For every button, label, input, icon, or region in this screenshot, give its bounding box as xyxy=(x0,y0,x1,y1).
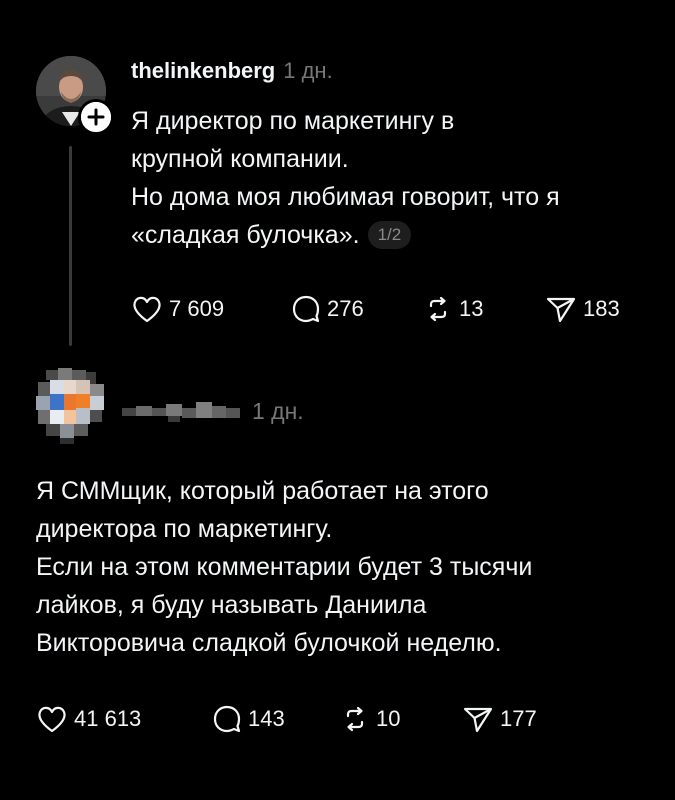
send-icon xyxy=(463,707,493,733)
post-text-line: Я СММщик, который работает на этого xyxy=(36,477,489,505)
post-1: thelinkenberg 1 дн. Я директор по маркети… xyxy=(0,0,675,360)
like-button[interactable]: 41 613 xyxy=(36,704,212,734)
comment-count: 143 xyxy=(248,706,285,731)
username[interactable]: thelinkenberg xyxy=(131,58,275,83)
follow-button[interactable] xyxy=(78,99,114,135)
post-text-line: «сладкая булочка». 1/2 xyxy=(131,216,651,254)
post-time: 1 дн. xyxy=(252,397,304,424)
plus-icon xyxy=(81,102,111,132)
repost-count: 10 xyxy=(376,706,401,731)
page-indicator: 1/2 xyxy=(367,221,412,249)
repost-count: 13 xyxy=(459,296,484,321)
post-text-line-content: «сладкая булочка». xyxy=(131,221,360,249)
post-text: Я СММщик, который работает на этого дире… xyxy=(36,472,656,662)
post-header: 1 дн. xyxy=(118,396,304,426)
share-button[interactable]: 183 xyxy=(545,294,635,324)
post-actions: 7 609 276 13 183 xyxy=(131,294,635,324)
comment-bubble-icon xyxy=(213,705,241,733)
comment-count: 276 xyxy=(327,296,364,321)
like-button[interactable]: 7 609 xyxy=(131,294,291,324)
post-text-line: Викторовича сладкой булочкой неделю. xyxy=(36,629,502,657)
like-count: 7 609 xyxy=(169,296,225,321)
avatar-blurred[interactable] xyxy=(34,368,110,444)
repost-icon xyxy=(346,706,364,732)
share-button[interactable]: 177 xyxy=(462,704,552,734)
share-count: 183 xyxy=(583,296,620,321)
post-text-line: Я директор по маркетингу в xyxy=(131,107,455,135)
heart-icon xyxy=(133,296,161,323)
send-icon xyxy=(546,297,576,323)
post-actions: 41 613 143 10 177 xyxy=(36,704,552,734)
heart-icon xyxy=(38,706,66,733)
username-blurred[interactable] xyxy=(118,396,244,426)
post-header: thelinkenberg 1 дн. xyxy=(131,56,333,86)
comment-bubble-icon xyxy=(292,295,320,323)
post-text-line: крупной компании. xyxy=(131,145,349,173)
post-time: 1 дн. xyxy=(283,58,333,83)
post-text-line: Если на этом комментарии будет 3 тысячи xyxy=(36,553,533,581)
repost-button[interactable]: 13 xyxy=(423,294,545,324)
post-text-line: Но дома моя любимая говорит, что я xyxy=(131,183,560,211)
repost-icon xyxy=(429,296,447,322)
share-count: 177 xyxy=(500,706,537,731)
repost-button[interactable]: 10 xyxy=(340,704,462,734)
post-text-line: директора по маркетингу. xyxy=(36,515,333,543)
thread-line xyxy=(69,146,72,346)
like-count: 41 613 xyxy=(74,706,142,731)
post-text-line: лайков, я буду называть Даниила xyxy=(36,591,427,619)
comment-button[interactable]: 143 xyxy=(212,704,340,734)
comment-button[interactable]: 276 xyxy=(291,294,423,324)
post-text: Я директор по маркетингу в крупной компа… xyxy=(131,102,651,254)
